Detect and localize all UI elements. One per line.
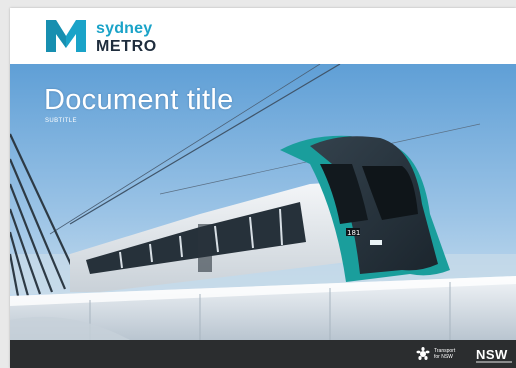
logo-metro-text: METRO [96,38,157,55]
cover-hero-image: 181 Document title SUBTITLE [10,64,516,340]
nsw-government-logo: NSW [476,347,508,362]
document-subtitle: SUBTITLE [45,118,77,124]
logo-sydney-text: sydney [96,20,153,37]
cover-header: sydney METRO [10,8,516,64]
transport-for-nsw-logo: Transport for NSW [416,347,466,363]
svg-text:181: 181 [347,229,360,237]
document-cover-page: sydney METRO 181 Document title SUBTITLE… [10,8,516,368]
cover-footer: Transport for NSW NSW [10,340,516,368]
waratah-icon [416,347,430,360]
transport-line2: for NSW [434,354,453,360]
sydney-metro-logo: sydney METRO [44,18,184,58]
metro-m-icon [46,20,86,52]
document-title: Document title [44,84,234,116]
nsw-logo-underline [476,361,512,363]
transport-for-nsw-text: Transport for NSW [434,348,455,360]
logo-wordmark: sydney METRO [96,21,157,55]
